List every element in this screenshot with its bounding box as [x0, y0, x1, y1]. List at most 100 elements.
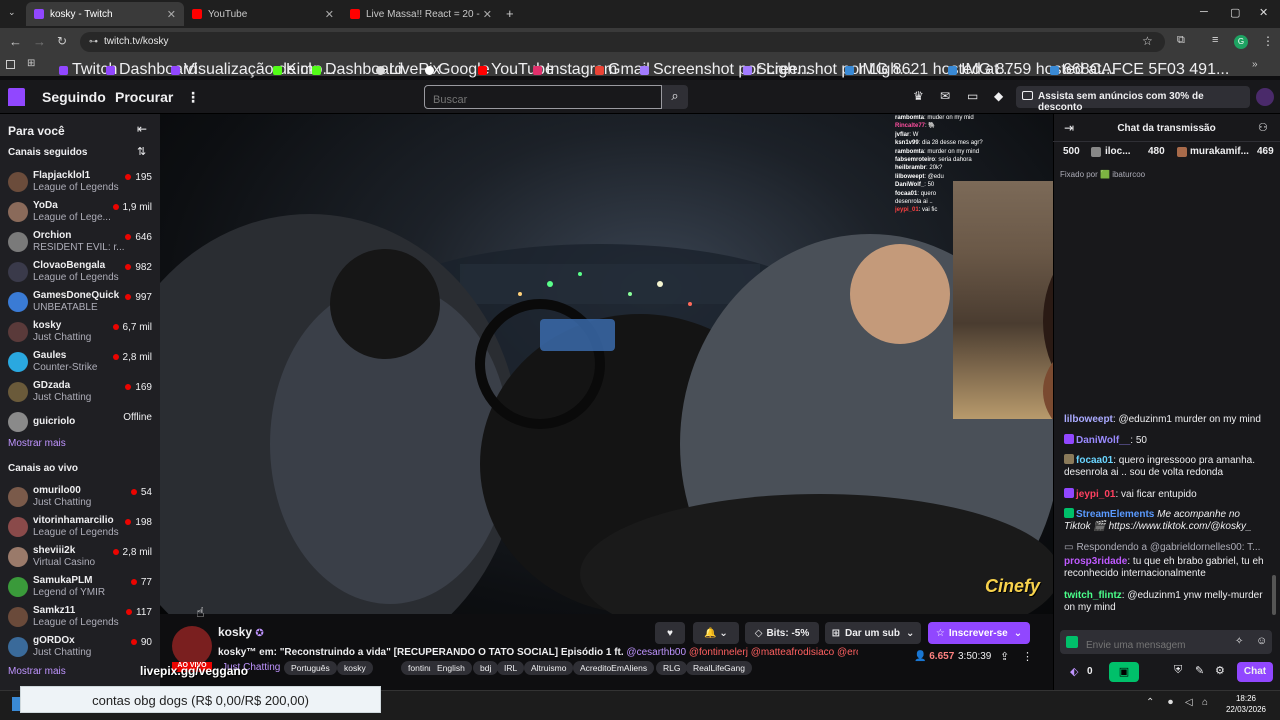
tag-english[interactable]: English: [430, 661, 472, 675]
chat-scrollbar[interactable]: [1272, 575, 1276, 615]
chat-username[interactable]: twitch_flintz: [1064, 590, 1122, 601]
user-avatar[interactable]: [1256, 88, 1274, 106]
collapse-chat-icon[interactable]: ⇥: [1064, 121, 1074, 135]
maximize-icon[interactable]: ▢: [1230, 6, 1240, 19]
tab-search-icon[interactable]: ⌄: [8, 7, 16, 18]
sort-icon[interactable]: ⇅: [137, 145, 146, 158]
reload-icon[interactable]: ↻: [57, 34, 67, 48]
more-menu-icon[interactable]: ⋮: [186, 89, 200, 106]
chat-username[interactable]: lilboweept: [1064, 414, 1113, 425]
sidebar-channel-kosky[interactable]: kosky Just Chatting 6,7 mil: [8, 320, 156, 350]
search-input[interactable]: [424, 85, 662, 109]
chat-username[interactable]: jeypi_01: [1076, 489, 1115, 500]
tag-bdj[interactable]: bdj: [473, 661, 499, 675]
browser-tab[interactable]: YouTube ✕: [184, 2, 342, 26]
nav-following[interactable]: Seguindo: [42, 89, 106, 105]
channel-points-icon[interactable]: ⬖: [1070, 665, 1078, 678]
sidebar-channel-omurilo00[interactable]: omurilo00 Just Chatting 54: [8, 485, 156, 515]
sidebar-channel-guicriolo[interactable]: guicriolo Offline: [8, 410, 156, 440]
bookmark-item[interactable]: Kick: [273, 61, 316, 79]
tag-kosky[interactable]: kosky: [337, 661, 373, 675]
pen-icon[interactable]: ✎: [1195, 664, 1204, 677]
tag-acreditoemaliens[interactable]: AcreditoEmAliens: [573, 661, 655, 675]
bookmark-star-icon[interactable]: ☆: [1142, 34, 1153, 48]
extensions-icon[interactable]: ⧉: [1177, 34, 1185, 47]
taskbar-clock[interactable]: 18:26 22/03/2026: [1216, 693, 1276, 715]
tag-rlg[interactable]: RLG: [656, 661, 688, 675]
nav-browse[interactable]: Procurar: [115, 89, 173, 105]
subscribe-button[interactable]: ☆ Inscrever-se ⌄: [928, 622, 1030, 644]
sidebar-channel-clovaobengala[interactable]: ClovaoBengala League of Legends 982: [8, 260, 156, 290]
sidebar-channel-flapjacklol1[interactable]: Flapjacklol1 League of Legends 195: [8, 170, 156, 200]
sidebar-channel-samkz11[interactable]: Samkz11 League of Legends 117: [8, 605, 156, 635]
tag-reallifegang[interactable]: RealLifeGang: [686, 661, 752, 675]
minimize-icon[interactable]: ─: [1200, 6, 1208, 18]
twitch-logo-icon[interactable]: [8, 88, 25, 106]
site-info-icon[interactable]: ⊶: [89, 36, 98, 47]
crown-icon[interactable]: ♛: [913, 89, 924, 103]
chat-users-icon[interactable]: ⚇: [1258, 121, 1268, 134]
bits-button[interactable]: ◇ Bits: -5%: [745, 622, 819, 644]
forward-arrow-icon[interactable]: →: [33, 34, 46, 49]
new-tab-plus-icon[interactable]: +: [506, 6, 514, 21]
network-icon[interactable]: ⌂: [1202, 697, 1208, 708]
sidebar-channel-orchion[interactable]: Orchion RESIDENT EVIL: r... 646: [8, 230, 156, 260]
collapse-sidebar-icon[interactable]: ⇤: [137, 122, 147, 136]
search-icon[interactable]: ⌕: [662, 85, 688, 109]
show-more-link-2[interactable]: Mostrar mais: [8, 666, 66, 677]
channel-avatar[interactable]: [172, 626, 212, 666]
adfree-promo-button[interactable]: Assista sem anúncios com 30% de desconto: [1016, 86, 1250, 113]
chat-username[interactable]: prosp3ridade: [1064, 556, 1127, 567]
tag-português[interactable]: Português: [284, 661, 337, 675]
more-bookmarks-icon[interactable]: »: [1252, 59, 1258, 70]
grid-icon[interactable]: ⊞: [27, 58, 35, 69]
sidebar-channel-yoda[interactable]: YoDa League of Lege... 1,9 mil: [8, 200, 156, 230]
sidebar-channel-gaules[interactable]: Gaules Counter-Strike 2,8 mil: [8, 350, 156, 380]
close-icon[interactable]: ✕: [167, 8, 176, 21]
close-icon[interactable]: ✕: [325, 8, 334, 21]
browser-tab[interactable]: Live Massa!! React = 20 - Yo ✕: [342, 2, 500, 26]
chat-username[interactable]: DaniWolf__: [1076, 435, 1130, 446]
profile-avatar[interactable]: G: [1234, 35, 1248, 49]
follow-heart-button[interactable]: ♥: [655, 622, 685, 644]
back-arrow-icon[interactable]: ←: [9, 34, 22, 49]
emote-picker-icon[interactable]: ☺: [1256, 635, 1267, 647]
tag-altruismo[interactable]: Altruismo: [524, 661, 574, 675]
mention-link[interactable]: @erosrj22: [837, 647, 858, 658]
sidebar-channel-vitorinhamarcilio[interactable]: vitorinhamarcilio League of Legends 198: [8, 515, 156, 545]
url-input[interactable]: twitch.tv/kosky: [80, 32, 1165, 52]
pinned-message[interactable]: Fixado por 🟩 ibaturcoo: [1060, 170, 1280, 184]
chat-username[interactable]: StreamElements: [1076, 509, 1154, 520]
bits-gem-icon[interactable]: ◆: [994, 89, 1003, 103]
bookmark-item[interactable]: 668CAFCE 5F03 491...: [1050, 61, 1229, 79]
apps-icon[interactable]: [6, 60, 15, 69]
mention-link[interactable]: @fontinnelerj: [689, 647, 748, 658]
sidebar-channel-sheviii2k[interactable]: sheviii2k Virtual Casino 2,8 mil: [8, 545, 156, 575]
tray-chevron-icon[interactable]: ⌃: [1146, 697, 1154, 708]
chat-send-button[interactable]: Chat: [1237, 662, 1273, 682]
microphone-icon[interactable]: ⏺: [1168, 697, 1173, 708]
chat-username[interactable]: focaa01: [1076, 455, 1113, 466]
show-more-link[interactable]: Mostrar mais: [8, 438, 66, 449]
sidebar-channel-samukaplm[interactable]: SamukaPLM Legend of YMIR 77: [8, 575, 156, 605]
speaker-icon[interactable]: ◁: [1185, 697, 1193, 708]
emote-modifier-icon[interactable]: ✧: [1235, 636, 1243, 647]
mention-link[interactable]: @cesarthb00: [626, 647, 686, 658]
browser-tab[interactable]: kosky - Twitch ✕: [26, 2, 184, 26]
share-icon[interactable]: ⇪: [1000, 650, 1009, 663]
close-icon[interactable]: ✕: [483, 8, 492, 21]
more-options-icon[interactable]: ⋮: [1022, 650, 1033, 663]
gift-sub-button[interactable]: ⊞ Dar um sub ⌄: [825, 622, 921, 644]
settings-gear-icon[interactable]: ⚙: [1215, 664, 1225, 677]
notification-bell-button[interactable]: 🔔 ⌄: [693, 622, 739, 644]
close-window-icon[interactable]: ✕: [1259, 6, 1268, 19]
mention-link[interactable]: @matteafrodisiaco: [751, 647, 835, 658]
sidebar-channel-gamesdonequick[interactable]: GamesDoneQuick UNBEATABLE 997: [8, 290, 156, 320]
sidebar-channel-gordox[interactable]: gORDOx Just Chatting 90: [8, 635, 156, 665]
browser-menu-icon[interactable]: ⋮: [1262, 34, 1274, 48]
channel-name[interactable]: kosky ✪: [218, 625, 264, 639]
shield-icon[interactable]: ⛨: [1174, 664, 1182, 677]
tag-irl[interactable]: IRL: [497, 661, 525, 675]
claim-bonus-button[interactable]: ▣: [1109, 662, 1139, 682]
mail-icon[interactable]: ✉: [940, 89, 950, 103]
